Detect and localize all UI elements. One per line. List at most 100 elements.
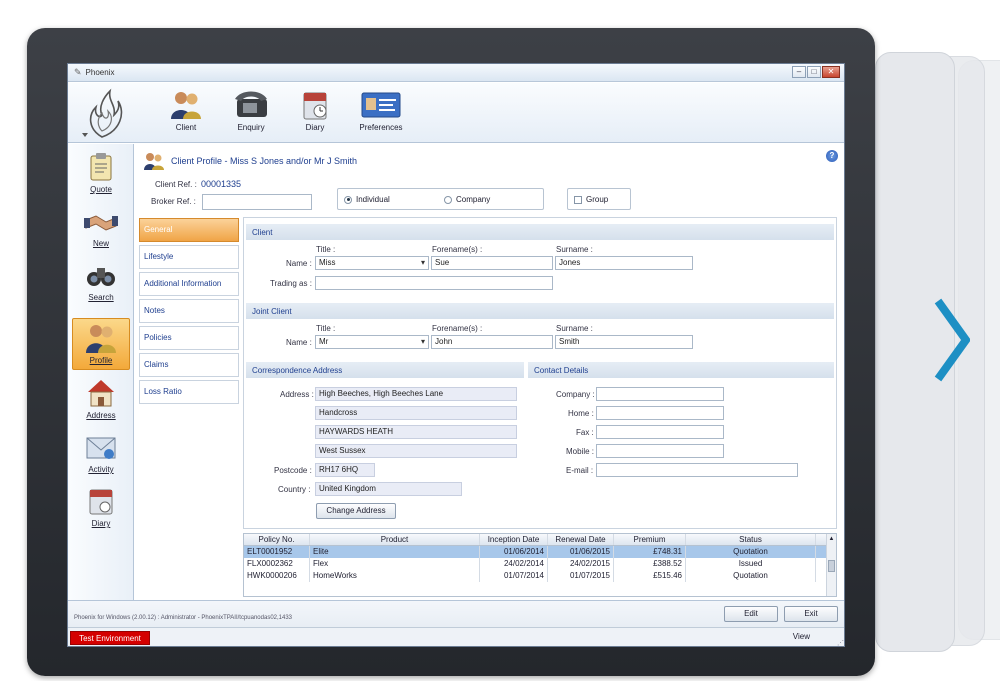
edit-button[interactable]: Edit [724,606,778,622]
title-bar: ✎ Phoenix [68,64,844,82]
page-title: Client Profile - Miss S Jones and/or Mr … [143,152,357,170]
mobile-input[interactable] [596,444,724,458]
company-radio[interactable]: Company [444,195,490,204]
client-name-label: Name : [286,259,312,268]
client-surname-input[interactable]: Jones [555,256,693,270]
nav-activity[interactable]: Activity [72,428,130,480]
app-window: ✎ Phoenix – □ ✕ Client Enquiry Diary Pre… [67,63,845,647]
phoenix-logo-icon[interactable] [74,85,130,141]
window-title: Phoenix [85,68,115,77]
table-scrollbar[interactable]: ▲ [826,534,836,596]
next-arrow-icon[interactable] [930,295,970,385]
joint-surname-label: Surname : [556,324,593,333]
address-line-2[interactable]: Handcross [315,406,517,420]
nav-address[interactable]: Address [72,374,130,426]
fax-input[interactable] [596,425,724,439]
scroll-thumb[interactable] [828,560,835,572]
column-header-policy-no[interactable]: Policy No. [244,534,310,545]
column-header-inception-date[interactable]: Inception Date [480,534,548,545]
client-section-header: Client [246,224,834,240]
ribbon-enquiry-button[interactable]: Enquiry [224,89,278,132]
exit-button[interactable]: Exit [784,606,838,622]
change-address-button[interactable]: Change Address [316,503,396,519]
country-label: Country : [278,485,311,494]
footer-bar: Phoenix for Windows (2.00.12) : Administ… [68,600,844,646]
trading-as-input[interactable] [315,276,553,290]
policies-table: Policy No. Product Inception Date Renewa… [243,533,837,597]
calendar-icon [89,489,113,515]
table-row[interactable]: ELT0001952 Elite 01/06/2014 01/06/2015 £… [244,546,836,558]
joint-forename-input[interactable]: John [431,335,553,349]
broker-ref-input[interactable] [202,194,312,210]
nav-quote[interactable]: Quote [72,148,130,200]
home-phone-input[interactable] [596,406,724,420]
column-header-status[interactable]: Status [686,534,816,545]
tab-general[interactable]: General [139,218,239,242]
fax-label: Fax : [576,428,594,437]
nav-search[interactable]: Search [72,256,130,308]
minimize-button[interactable]: – [792,66,806,78]
tab-additional-information[interactable]: Additional Information [139,272,239,296]
close-button[interactable]: ✕ [822,66,840,78]
postcode-input[interactable]: RH17 6HQ [315,463,375,477]
tab-loss-ratio[interactable]: Loss Ratio [139,380,239,404]
column-header-premium[interactable]: Premium [614,534,686,545]
left-navigation: Quote New Search Profile Address Activit… [68,144,134,600]
envelope-icon [86,437,116,459]
client-title-select[interactable]: Miss [315,256,429,270]
joint-title-select[interactable]: Mr [315,335,429,349]
joint-client-section-header: Joint Client [246,303,834,319]
client-forename-label: Forename(s) : [432,245,483,254]
nav-profile[interactable]: Profile [72,318,130,370]
ribbon-diary-button[interactable]: Diary [288,89,342,132]
email-input[interactable] [596,463,798,477]
joint-name-label: Name : [286,338,312,347]
scroll-up-icon[interactable]: ▲ [827,534,836,544]
group-checkbox-box: Group [567,188,631,210]
tab-policies[interactable]: Policies [139,326,239,350]
ribbon-preferences-button[interactable]: Preferences [354,89,408,132]
resize-grip-icon[interactable]: ⋰ [837,639,844,646]
profile-tabs: General Lifestyle Additional Information… [139,218,239,407]
people-icon [86,325,116,353]
ribbon-client-button[interactable]: Client [159,89,213,132]
table-row[interactable]: HWK0000206 HomeWorks 01/07/2014 01/07/20… [244,570,836,582]
joint-surname-input[interactable]: Smith [555,335,693,349]
nav-new[interactable]: New [72,202,130,254]
version-text: Phoenix for Windows (2.00.12) : Administ… [74,615,293,621]
column-header-renewal-date[interactable]: Renewal Date [548,534,614,545]
house-icon [88,380,114,407]
view-label[interactable]: View [793,632,810,641]
table-row[interactable]: FLX0002362 Flex 24/02/2014 24/02/2015 £3… [244,558,836,570]
address-line-1[interactable]: High Beeches, High Beeches Lane [315,387,517,401]
group-checkbox[interactable]: Group [574,195,608,204]
client-icon [171,92,201,119]
column-header-product[interactable]: Product [310,534,480,545]
address-line-3[interactable]: HAYWARDS HEATH [315,425,517,439]
mobile-label: Mobile : [566,447,595,456]
tab-notes[interactable]: Notes [139,299,239,323]
ribbon-diary-label: Diary [305,123,325,132]
ribbon-toolbar: Client Enquiry Diary Preferences [68,83,844,143]
clipboard-icon [90,153,112,181]
help-icon[interactable]: ? [826,150,838,162]
general-panel: Client Title : Forename(s) : Surname : N… [243,217,837,529]
client-profile-content: Client Profile - Miss S Jones and/or Mr … [135,144,844,600]
client-profile-icon [144,153,164,170]
company-label: Company : [556,390,595,399]
client-ref-value: 00001335 [201,179,242,189]
diary-icon [303,92,327,120]
nav-diary[interactable]: Diary [72,482,130,534]
country-input[interactable]: United Kingdom [315,482,462,496]
table-header: Policy No. Product Inception Date Renewa… [244,534,836,546]
company-phone-input[interactable] [596,387,724,401]
maximize-button[interactable]: □ [807,66,821,78]
address-line-4[interactable]: West Sussex [315,444,517,458]
preferences-icon [361,92,401,118]
tab-lifestyle[interactable]: Lifestyle [139,245,239,269]
client-forename-input[interactable]: Sue [431,256,553,270]
client-ref-label: Client Ref. : [155,180,197,189]
joint-forename-label: Forename(s) : [432,324,483,333]
tab-claims[interactable]: Claims [139,353,239,377]
individual-radio[interactable]: Individual [344,195,390,204]
